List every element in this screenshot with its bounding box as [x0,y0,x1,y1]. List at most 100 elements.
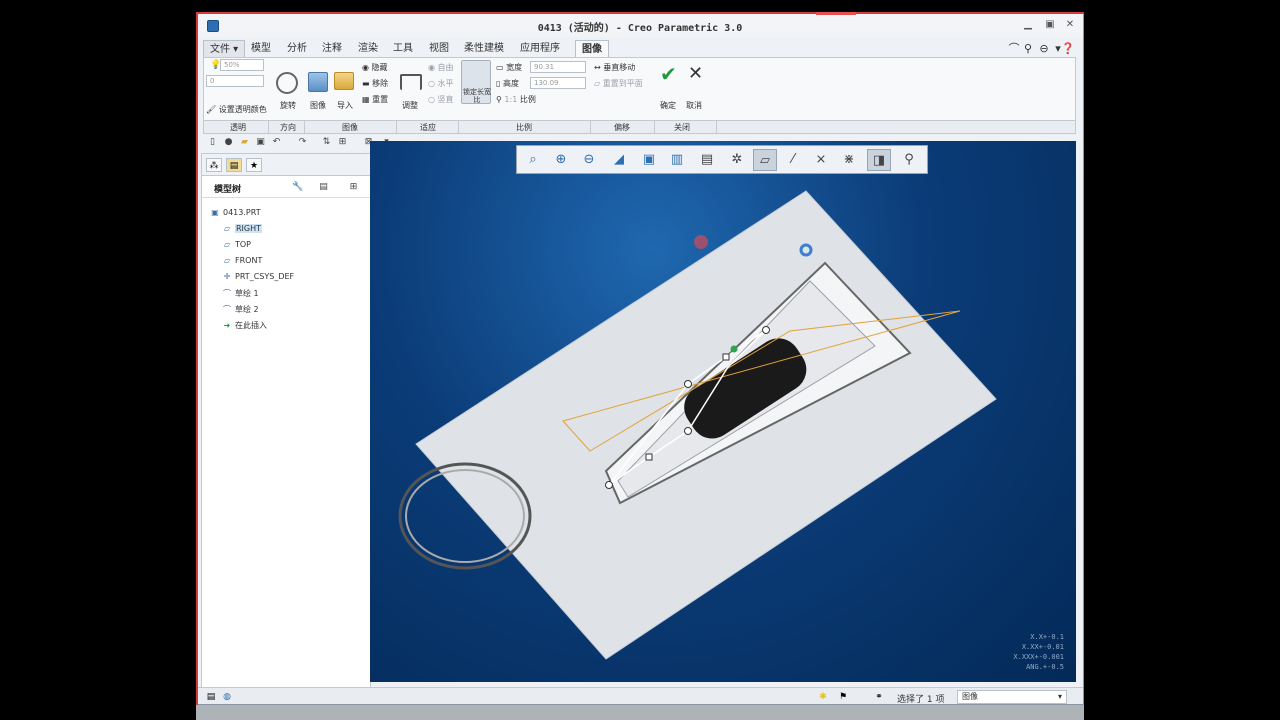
transparency-zero: 0 [210,77,215,85]
spline-point[interactable] [605,481,613,489]
community-icon[interactable]: ⊖ [1037,42,1051,56]
tab-view[interactable]: 视图 [423,40,455,58]
redo-icon[interactable]: ↷ [297,137,308,148]
spline-handle[interactable] [645,453,653,461]
help-center-icon[interactable]: ⌒ [1007,42,1021,56]
reset-to-plane-button[interactable]: ▱ 重置到平面 [594,78,643,89]
repaint-icon[interactable]: ◢ [607,149,631,171]
regenerate-icon[interactable]: ⇅ [321,137,332,148]
view-manager-icon[interactable]: ▤ [695,149,719,171]
tree-item-part[interactable]: ▣ 0413.PRT [210,208,260,222]
tab-image[interactable]: 图像 [575,40,609,58]
tree-filter-icon[interactable]: ⊞ [348,182,359,193]
scale-button[interactable]: ⚲ 1:1 比例 [496,94,536,105]
tree-item-top[interactable]: ▱ TOP [222,240,251,254]
spline-handle[interactable] [722,353,730,361]
file-menu[interactable]: 文件 ▾ [203,40,246,58]
tab-render[interactable]: 渲染 [352,40,384,58]
spline-point[interactable] [762,326,770,334]
refit-icon[interactable]: ⌕ [521,149,545,171]
zoom-out-icon[interactable]: ⊖ [577,149,601,171]
tab-tools[interactable]: 工具 [387,40,419,58]
group-image: 图像 [342,123,358,132]
maximize-icon[interactable]: ▣ [1043,19,1057,31]
cancel-x-icon[interactable]: ✕ [688,64,708,84]
image-icon[interactable] [308,72,328,92]
window-accent-mark [816,12,856,15]
height-input[interactable]: 130.09 [530,77,586,89]
browser-toggle-icon[interactable]: ◍ [221,691,233,703]
tab-annotate[interactable]: 注释 [316,40,348,58]
tree-item-front[interactable]: ▱ FRONT [222,256,262,270]
tab-analysis[interactable]: 分析 [281,40,313,58]
spline-point[interactable] [684,427,692,435]
free-radio[interactable]: ◉ 自由 [428,62,454,73]
message-bulb-icon[interactable]: ✱ [817,691,829,703]
graphics-viewport[interactable]: ⌕ ⊕ ⊖ ◢ ▣ ▥ ▤ ✲ ▱ ⁄ ⨯ ⋇ ◨ ⚲ X.X+-0.1 X.X… [370,141,1076,682]
set-transparency-color-button[interactable]: 🖌 设置透明颜色 [206,104,267,115]
width-value: 90.31 [534,63,555,71]
spline-point[interactable] [684,380,692,388]
tree-item-label: TOP [235,240,252,249]
transparency-input[interactable]: 50% [220,59,264,71]
window-accent-left [196,12,198,705]
favorites-tab[interactable]: ★ [246,158,262,172]
tab-flexible-modeling[interactable]: 柔性建模 [458,40,510,58]
axis-display-icon[interactable]: ⁄ [781,149,805,171]
tree-item-label: FRONT [235,256,263,265]
tree-item-insert-here[interactable]: ➜ 在此插入 [222,320,267,334]
tree-settings-icon[interactable]: 🔧 [292,182,303,193]
annotation-display-icon[interactable]: ◨ [867,149,891,171]
move-vertical-button[interactable]: ↔ 垂直移动 [594,62,635,73]
minimize-icon[interactable]: ▁ [1021,19,1035,31]
model-canvas[interactable] [370,141,1076,682]
tree-item-csys[interactable]: ✛ PRT_CSYS_DEF [222,272,295,286]
tree-columns-icon[interactable]: ▤ [318,182,329,193]
remove-button[interactable]: ▬ 移除 [362,78,388,89]
zoom-in-icon[interactable]: ⊕ [549,149,573,171]
model-tree-tab[interactable]: ⁂ [206,158,222,172]
vertical-radio[interactable]: ○ 竖直 [428,94,454,105]
tree-item-right[interactable]: ▱ RIGHT [222,224,263,238]
width-input[interactable]: 90.31 [530,61,586,73]
import-folder-icon[interactable] [334,72,354,90]
help-icon[interactable]: ❓ [1061,42,1075,56]
rotate-icon[interactable] [276,72,298,94]
flag-icon[interactable]: ⚑ [837,691,849,703]
save-icon[interactable]: ▣ [255,137,266,148]
group-close: 关闭 [674,123,690,132]
folder-browser-tab[interactable]: ▤ [226,158,242,172]
tree-item-label: PRT_CSYS_DEF [235,272,295,281]
reset-button[interactable]: ▦ 重置 [362,94,388,105]
group-separator [304,121,305,133]
green-control-point[interactable] [730,345,738,353]
search-icon[interactable]: ⚲ [1021,42,1035,56]
undo-icon[interactable]: ↶ [271,137,282,148]
perspective-icon[interactable]: ✲ [725,149,749,171]
horizontal-radio[interactable]: ○ 水平 [428,78,454,89]
tab-model[interactable]: 模型 [245,40,277,58]
point-display-icon[interactable]: ⨯ [809,149,833,171]
hide-button[interactable]: ◉ 隐藏 [362,62,388,73]
transparency-slider[interactable]: 0 [206,75,264,87]
windows-icon[interactable]: ⊞ [337,137,348,148]
display-style-icon[interactable]: ▣ [637,149,661,171]
csys-display-icon[interactable]: ⋇ [837,149,861,171]
find-icon[interactable]: ⚭ [873,691,885,703]
plane-display-icon[interactable]: ▱ [753,149,777,171]
spin-center-icon[interactable]: ⚲ [897,149,921,171]
reset-label: 重置 [372,95,389,104]
tree-toggle-icon[interactable]: ▤ [205,691,217,703]
tolerance-line: ANG.+-0.5 [1026,663,1064,671]
tree-item-sketch-1[interactable]: ⌒ 草绘 1 [222,288,259,302]
open-icon[interactable]: ● [223,137,234,148]
tree-item-sketch-2[interactable]: ⌒ 草绘 2 [222,304,259,318]
selection-filter[interactable]: 图像 ▾ [957,690,1067,704]
folder-icon[interactable]: ▰ [239,137,250,148]
adjust-icon[interactable] [400,74,422,90]
saved-views-icon[interactable]: ▥ [665,149,689,171]
new-icon[interactable]: ▯ [207,137,218,148]
tab-applications[interactable]: 应用程序 [514,40,566,58]
close-icon[interactable]: ✕ [1063,19,1077,31]
ok-check-icon[interactable]: ✔ [660,64,680,84]
